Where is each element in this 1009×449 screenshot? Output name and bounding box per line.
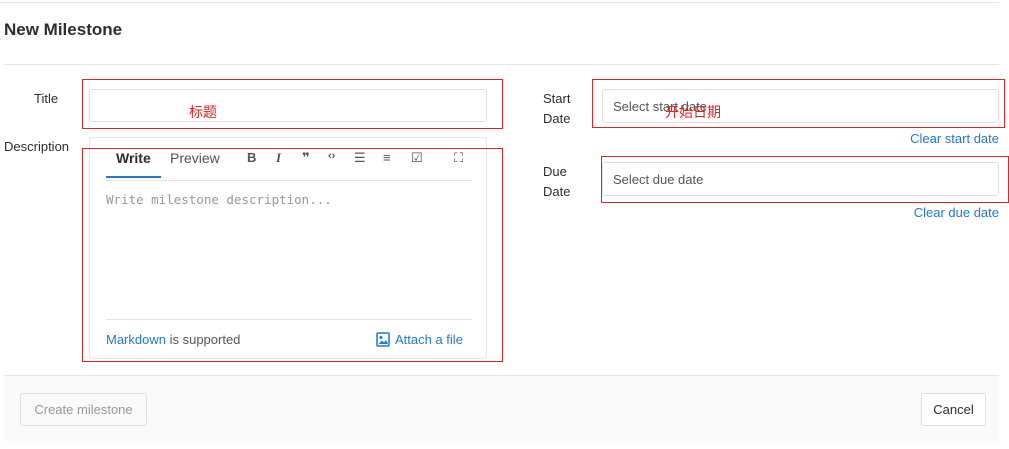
- page-title: New Milestone: [4, 20, 123, 39]
- task-list-icon[interactable]: ☑: [411, 150, 423, 166]
- bullet-list-icon[interactable]: ☰: [354, 150, 366, 166]
- title-input[interactable]: [89, 89, 487, 122]
- active-tab-indicator: [106, 176, 161, 178]
- create-milestone-button[interactable]: Create milestone: [20, 393, 147, 426]
- attach-file-label: Attach a file: [395, 332, 463, 347]
- due-date-label: Due Date: [543, 164, 571, 199]
- cancel-button[interactable]: Cancel: [921, 393, 986, 426]
- bold-icon[interactable]: B: [247, 150, 256, 165]
- annotation-title-text: 标题: [189, 104, 217, 120]
- fullscreen-icon[interactable]: ⛶: [454, 150, 463, 166]
- markdown-hint: Markdown is supported: [106, 332, 240, 347]
- due-date-placeholder: Select due date: [613, 171, 704, 187]
- description-textarea[interactable]: Write milestone description...: [106, 192, 332, 207]
- code-icon[interactable]: ‹›: [328, 150, 335, 162]
- tab-write[interactable]: Write: [116, 150, 151, 166]
- markdown-suffix: is supported: [169, 332, 241, 347]
- editor-footer-divider: [106, 319, 472, 320]
- editor-toolbar-divider: [106, 180, 472, 181]
- form-actions-bar: Create milestone Cancel: [4, 375, 999, 441]
- due-date-input[interactable]: Select due date: [602, 162, 999, 196]
- clear-start-date-link[interactable]: Clear start date: [910, 131, 999, 146]
- description-editor: Write Preview B I ❞ ‹› ☰ ≡ ☑ ⛶ Write mil…: [89, 137, 487, 359]
- annotation-start-text: 开始日期: [665, 104, 721, 120]
- image-file-icon: [376, 332, 390, 347]
- description-label: Description: [4, 139, 70, 154]
- markdown-link[interactable]: Markdown: [106, 332, 166, 347]
- start-date-input[interactable]: Select start date: [602, 89, 999, 123]
- tab-preview[interactable]: Preview: [170, 150, 220, 166]
- top-divider: [0, 2, 999, 3]
- italic-icon[interactable]: I: [276, 150, 281, 166]
- quote-icon[interactable]: ❞: [302, 150, 310, 166]
- clear-due-date-link[interactable]: Clear due date: [914, 205, 999, 220]
- start-date-label: Start Date: [543, 91, 571, 126]
- title-divider: [4, 64, 999, 65]
- numbered-list-icon[interactable]: ≡: [383, 150, 391, 165]
- attach-file-button[interactable]: Attach a file: [376, 332, 463, 347]
- title-label: Title: [34, 91, 59, 106]
